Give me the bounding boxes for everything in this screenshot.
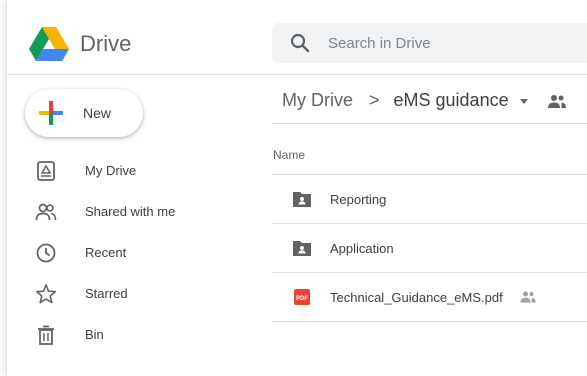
shared-with-me-icon (35, 203, 57, 221)
sidebar-item-label: Recent (85, 245, 127, 260)
new-button[interactable]: New (25, 89, 143, 137)
my-drive-icon (37, 161, 55, 181)
shared-people-icon (520, 291, 536, 303)
breadcrumb-current-folder[interactable]: eMS guidance (394, 90, 509, 111)
file-row[interactable]: PDF Technical_Guidance_eMS.pdf (272, 272, 587, 321)
column-header-name[interactable]: Name (273, 148, 305, 162)
sidebar-item-label: Bin (85, 327, 104, 342)
breadcrumb-separator: > (369, 90, 380, 110)
file-row[interactable]: Reporting (272, 174, 587, 223)
shared-people-icon (547, 94, 566, 108)
trash-icon (38, 325, 54, 345)
breadcrumb-divider (272, 123, 587, 124)
sidebar-item-label: Shared with me (85, 204, 176, 219)
search-icon[interactable] (290, 33, 310, 53)
plus-icon (39, 101, 63, 125)
chevron-down-icon[interactable] (519, 96, 529, 106)
file-name: Technical_Guidance_eMS.pdf (330, 290, 503, 305)
sidebar-item-label: My Drive (85, 163, 137, 178)
clock-icon (36, 243, 56, 263)
file-name: Application (330, 241, 394, 256)
list-bottom-divider (272, 321, 587, 322)
search-bar[interactable]: Search in Drive (272, 23, 587, 63)
file-name: Reporting (330, 192, 387, 207)
drive-window: Drive Search in Drive New My Drive Share… (6, 0, 587, 376)
sidebar-item-bin[interactable]: Bin (7, 317, 247, 353)
shared-folder-icon (293, 241, 311, 256)
search-input[interactable]: Search in Drive (328, 35, 431, 52)
sidebar-item-recent[interactable]: Recent (7, 235, 247, 271)
app-title: Drive (80, 31, 132, 56)
file-row[interactable]: Application (272, 223, 587, 272)
google-drive-logo-icon[interactable] (29, 27, 69, 61)
sidebar-item-shared-with-me[interactable]: Shared with me (7, 194, 247, 230)
sidebar-item-my-drive[interactable]: My Drive (7, 153, 247, 189)
svg-text:PDF: PDF (296, 296, 308, 302)
pdf-icon: PDF (294, 289, 310, 305)
sidebar-item-starred[interactable]: Starred (7, 276, 247, 312)
header-divider (7, 74, 587, 75)
new-button-label: New (83, 105, 112, 121)
star-icon (35, 284, 57, 304)
sidebar-item-label: Starred (85, 286, 128, 301)
breadcrumb-root[interactable]: My Drive (282, 90, 353, 111)
breadcrumb: My Drive > eMS guidance (282, 90, 567, 111)
shared-folder-icon (293, 192, 311, 207)
